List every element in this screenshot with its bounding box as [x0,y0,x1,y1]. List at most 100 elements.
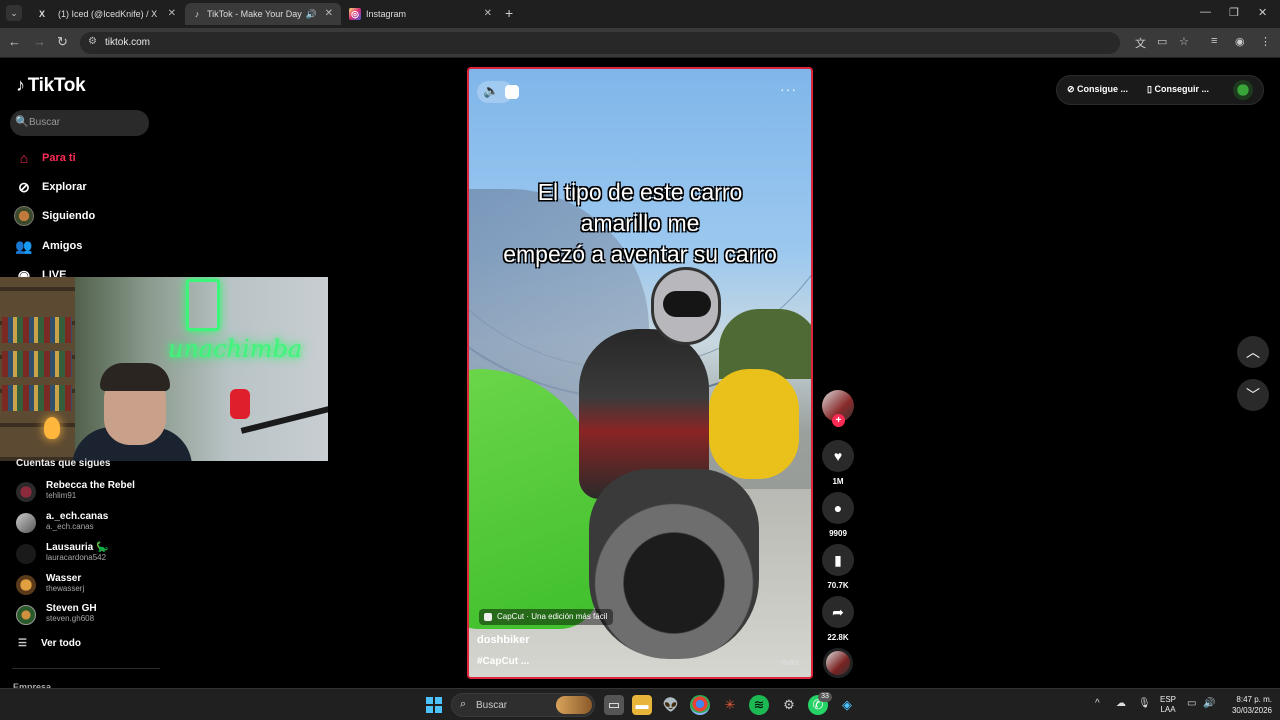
like-button[interactable]: ♥ [822,440,854,472]
like-count: 1M [832,477,844,486]
account-username: lauracardona542 [46,553,107,562]
clock[interactable]: 8:47 p. m. 30/03/2026 [1222,694,1272,716]
get-app-button[interactable]: ▯ Conseguir ... [1147,84,1209,95]
profile-avatar[interactable] [1233,80,1253,100]
app-icon[interactable]: ◈ [837,695,857,715]
network-icon[interactable]: ▭ [1187,698,1196,709]
address-input[interactable]: ⚙ tiktok.com [80,32,1120,54]
logo-text: TikTok [27,75,86,96]
divider [12,668,160,669]
time: 8:47 p. m. [1236,695,1272,704]
tab-instagram[interactable]: ◎ Instagram ✕ [342,3,500,25]
mic-arm [240,406,328,434]
language-indicator[interactable]: ESP LAA [1160,695,1176,715]
volume-icon[interactable]: 🔈 [483,83,499,99]
previous-video-button[interactable]: ︿ [1237,336,1269,368]
steam-icon[interactable]: ⚙ [779,695,799,715]
search-input[interactable]: 🔍 Buscar [10,110,149,136]
speaker-icon[interactable]: 🔊 [306,3,317,25]
back-icon[interactable]: ← [8,34,21,49]
nav-label: Amigos [42,240,83,252]
neon-logo [186,279,220,331]
follow-plus-icon[interactable]: + [832,414,845,427]
list-icon: ☰ [18,638,27,649]
restore-icon[interactable]: ❐ [1229,6,1239,19]
top-right-actions: ⊘ Consigue ... ▯ Conseguir ... [1056,75,1264,105]
file-explorer-icon[interactable]: ▬ [632,695,652,715]
tab-tiktok[interactable]: ♪ TikTok - Make Your Day 🔊 ✕ [185,3,341,25]
get-coins-button[interactable]: ⊘ Consigue ... [1067,84,1128,95]
reload-icon[interactable]: ↻ [57,34,68,50]
tab-x[interactable]: X (1) Iced (@IcedKnife) / X ✕ [26,3,184,25]
tray-overflow-icon[interactable]: ^ [1095,698,1100,709]
music-disc[interactable] [823,648,853,678]
bookmark-star-icon[interactable]: ☆ [1179,35,1189,48]
forward-icon[interactable]: → [33,34,46,49]
video-author[interactable]: doshbiker [477,634,530,646]
nav-label: Siguiendo [42,210,96,222]
volume-icon[interactable]: 🔊 [1203,698,1215,709]
chrome-icon[interactable] [690,695,710,715]
see-all-label: Ver todo [40,638,81,649]
instagram-logo-icon: ◎ [349,8,361,20]
home-icon: ⌂ [19,150,29,166]
books [2,385,72,411]
comment-icon: ● [833,500,843,516]
new-tab-button[interactable]: + [505,5,513,21]
minimize-icon[interactable]: — [1200,6,1211,18]
comment-button[interactable]: ● [822,492,854,524]
spotify-icon[interactable]: ≋ [749,695,769,715]
avatar [16,575,36,595]
alien-app-icon[interactable]: 👽 [661,695,681,715]
close-window-icon[interactable]: ✕ [1258,6,1267,19]
site-info-icon[interactable]: ⚙ [88,36,97,47]
account-name: Lausauria 🦕 [46,542,109,553]
menu-icon[interactable]: ⋮ [1260,35,1271,48]
next-video-button[interactable]: ﹀ [1237,379,1269,411]
volume-slider-knob[interactable] [505,85,519,99]
more-options-icon[interactable]: ··· [780,81,797,97]
cast-icon[interactable]: ▭ [1157,35,1167,48]
following-section-title: Cuentas que sigues [16,458,111,469]
media-controls-icon[interactable]: ≡ [1211,35,1217,47]
claude-app-icon[interactable]: ✳ [720,695,740,715]
windows-taskbar: ⌕ Buscar ▭ ▬ 👽 ✳ ≋ ⚙ ✆ ◈ ^ ☁ 🎙 ESP LAA ▭… [0,688,1280,720]
nav-label: Explorar [42,181,87,193]
search-placeholder: Buscar [29,117,61,128]
close-icon[interactable]: ✕ [325,3,333,25]
share-button[interactable]: ➦ [822,596,854,628]
whatsapp-badge: 33 [818,692,832,702]
save-button[interactable]: ▮ [822,544,854,576]
task-view-icon[interactable]: ▭ [604,695,624,715]
video-scene [719,309,811,379]
x-logo-icon: X [38,9,45,19]
translate-icon[interactable]: 文 [1135,35,1146,51]
microphone [230,389,250,419]
following-icon [14,206,34,226]
close-icon[interactable]: ✕ [484,3,492,25]
profile-icon[interactable]: ◉ [1235,35,1245,48]
taskbar-search[interactable]: ⌕ Buscar [451,693,595,717]
mic-icon[interactable]: 🎙 [1138,698,1151,709]
share-icon: ➦ [832,604,844,620]
capcut-label: CapCut · Una edición más fácil [497,612,608,621]
streamer-hair [100,363,170,391]
onedrive-icon[interactable]: ☁ [1116,698,1126,709]
account-username: steven.gh608 [46,614,95,623]
video-player[interactable]: El tipo de este carro amarillo me empezó… [467,67,813,679]
close-icon[interactable]: ✕ [168,3,176,25]
save-count: 70.7K [827,581,849,590]
date: 30/03/2026 [1231,706,1272,715]
capcut-badge[interactable]: CapCut · Una edición más fácil [479,609,614,625]
search-icon: ⌕ [460,698,467,710]
tab-search-button[interactable]: ⌄ [6,5,22,21]
volume-control[interactable]: 🔈 [477,81,519,103]
more-link[interactable]: más [781,657,799,667]
see-all-link[interactable]: ☰ Ver todo [18,638,81,649]
video-hashtags[interactable]: #CapCut ... [477,656,529,667]
tiktok-logo[interactable]: ♪ TikTok [16,75,86,97]
avatar [16,544,36,564]
windows-start-icon[interactable] [426,697,442,713]
address-bar-row: ← → ↻ ⚙ tiktok.com 文 ▭ ☆ ≡ ◉ ⋮ [0,28,1280,58]
search-highlight-image [556,696,592,714]
